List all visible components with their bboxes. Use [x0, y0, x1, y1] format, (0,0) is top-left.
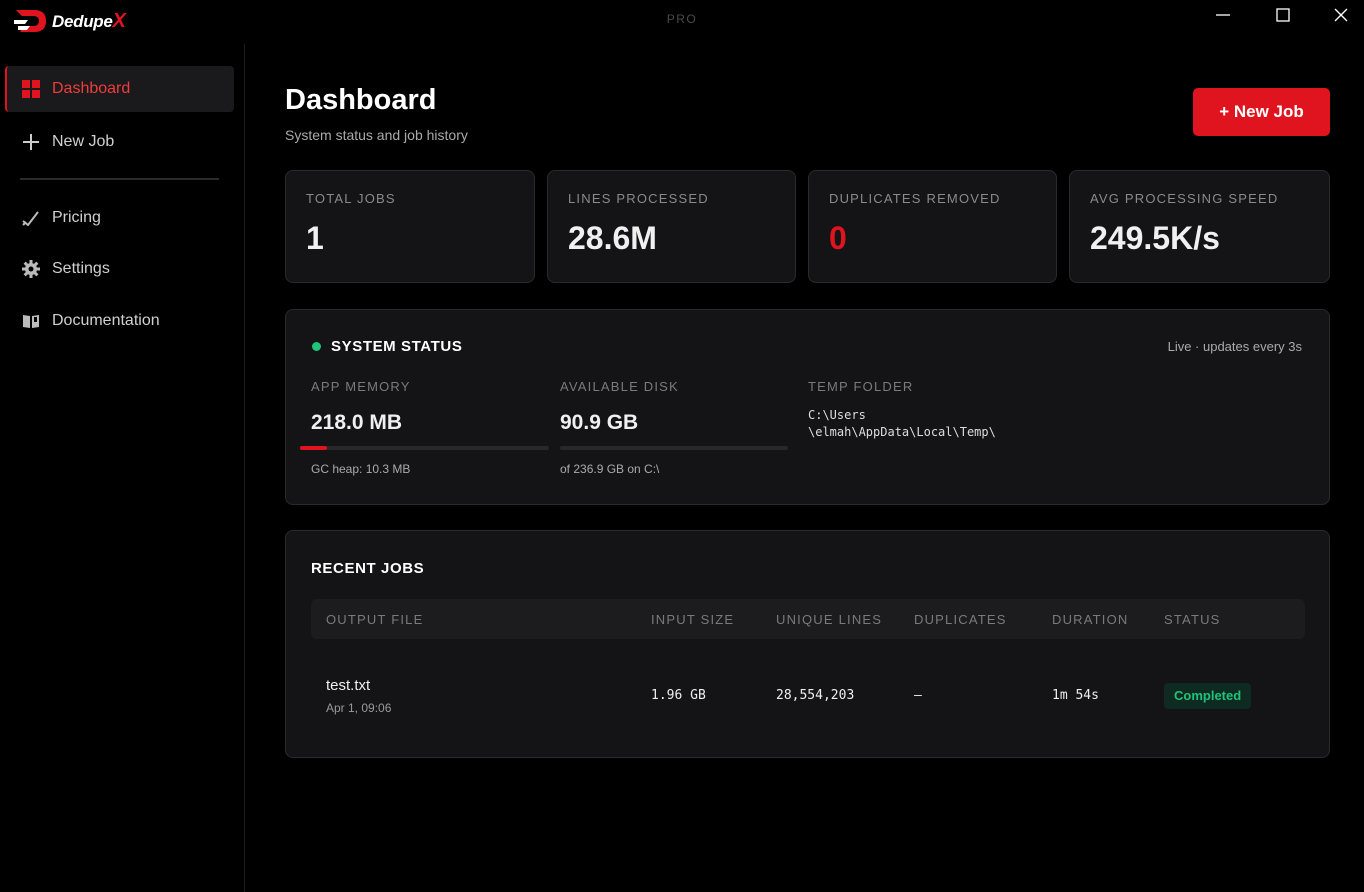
job-unique-lines: 28,554,203 [776, 688, 855, 703]
sidebar: Dashboard New Job Pricing Settings Docum… [0, 44, 245, 892]
temp-folder-path: C:\Users \elmah\AppData\Local\Temp\ [808, 407, 996, 441]
minimize-icon [1216, 14, 1230, 16]
page-title: Dashboard [285, 84, 437, 116]
stat-card-total-jobs: TOTAL JOBS 1 [285, 170, 535, 283]
trend-icon [21, 208, 41, 228]
stat-card-avg-speed: AVG PROCESSING SPEED 249.5K/s [1069, 170, 1330, 283]
page-subtitle: System status and job history [285, 127, 468, 143]
sidebar-item-label: Pricing [52, 209, 101, 226]
sidebar-item-settings[interactable]: Settings [5, 246, 234, 292]
disk-value: 90.9 GB [560, 411, 639, 434]
status-badge: Completed [1164, 683, 1252, 709]
stat-value: 0 [829, 220, 847, 256]
sidebar-item-label: Settings [52, 260, 110, 277]
job-date: Apr 1, 09:06 [326, 701, 392, 715]
sidebar-divider [20, 178, 219, 180]
column-header-output-file[interactable]: OUTPUT FILE [326, 612, 423, 627]
stat-value: 249.5K/s [1090, 220, 1220, 256]
maximize-button[interactable] [1268, 4, 1298, 26]
temp-path-line: \elmah\AppData\Local\Temp\ [808, 425, 996, 439]
temp-label: TEMP FOLDER [808, 379, 914, 394]
job-duration: 1m 54s [1052, 688, 1099, 703]
stat-label: AVG PROCESSING SPEED [1090, 191, 1279, 206]
stat-card-lines-processed: LINES PROCESSED 28.6M [547, 170, 796, 283]
recent-jobs-panel: RECENT JOBS OUTPUT FILE INPUT SIZE UNIQU… [285, 530, 1330, 758]
system-status-panel: SYSTEM STATUS Live · updates every 3s AP… [285, 309, 1330, 505]
disk-sub: of 236.9 GB on C:\ [560, 462, 660, 476]
title-bar: DedupeX PRO [0, 0, 1364, 44]
maximize-icon [1276, 8, 1290, 22]
sidebar-item-dashboard[interactable]: Dashboard [5, 66, 234, 112]
memory-bar [300, 446, 549, 450]
disk-bar [560, 446, 788, 450]
job-duplicates: — [914, 688, 922, 703]
column-header-duplicates[interactable]: DUPLICATES [914, 612, 1007, 627]
stat-label: DUPLICATES REMOVED [829, 191, 1001, 206]
table-row[interactable]: test.txt Apr 1, 09:06 1.96 GB 28,554,203… [311, 661, 1305, 731]
sidebar-item-label: Dashboard [52, 80, 131, 97]
sidebar-item-label: Documentation [52, 312, 160, 329]
memory-sub: GC heap: 10.3 MB [311, 462, 411, 476]
close-button[interactable] [1326, 4, 1356, 26]
edition-label: PRO [666, 12, 698, 26]
minimize-button[interactable] [1208, 4, 1238, 26]
new-job-button[interactable]: + New Job [1193, 88, 1330, 136]
temp-path-line: C:\Users [808, 408, 866, 422]
stat-label: TOTAL JOBS [306, 191, 396, 206]
memory-bar-fill [300, 446, 328, 450]
sidebar-item-documentation[interactable]: Documentation [5, 298, 234, 344]
memory-value: 218.0 MB [311, 411, 403, 434]
live-update-text: Live · updates every 3s [1167, 339, 1302, 354]
table-header: OUTPUT FILE INPUT SIZE UNIQUE LINES DUPL… [311, 599, 1305, 639]
column-header-duration[interactable]: DURATION [1052, 612, 1129, 627]
sidebar-item-new-job[interactable]: New Job [5, 119, 234, 165]
recent-jobs-title: RECENT JOBS [311, 560, 425, 577]
plus-icon [21, 132, 41, 152]
book-icon [21, 311, 41, 331]
job-file-name: test.txt [326, 677, 371, 694]
job-input-size: 1.96 GB [651, 688, 706, 703]
disk-label: AVAILABLE DISK [560, 379, 679, 394]
system-status-title: SYSTEM STATUS [331, 338, 463, 355]
column-header-input-size[interactable]: INPUT SIZE [651, 612, 734, 627]
column-header-unique-lines[interactable]: UNIQUE LINES [776, 612, 882, 627]
grid-icon [21, 79, 41, 99]
status-dot-icon [312, 342, 321, 351]
sidebar-item-pricing[interactable]: Pricing [5, 195, 234, 241]
gear-icon [21, 259, 41, 279]
column-header-status[interactable]: STATUS [1164, 612, 1221, 627]
close-icon [1334, 8, 1348, 22]
stat-label: LINES PROCESSED [568, 191, 709, 206]
stat-card-duplicates-removed: DUPLICATES REMOVED 0 [808, 170, 1057, 283]
stat-value: 1 [306, 220, 324, 256]
memory-label: APP MEMORY [311, 379, 411, 394]
stat-value: 28.6M [568, 220, 657, 256]
sidebar-item-label: New Job [52, 133, 115, 150]
